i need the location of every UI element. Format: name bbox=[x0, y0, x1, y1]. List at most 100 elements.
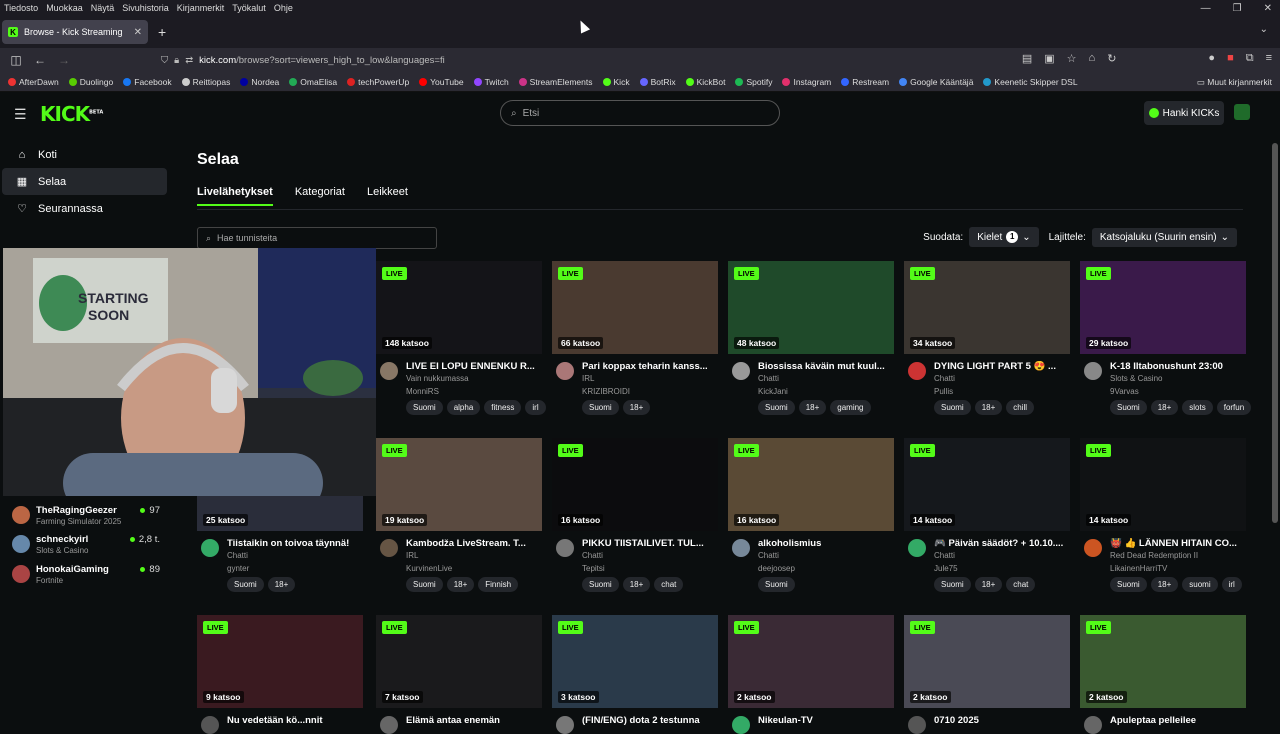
streamer-name[interactable]: LikainenHarriTV bbox=[1110, 564, 1167, 573]
stream-title[interactable]: Biossissa käväin mut kuul... bbox=[758, 361, 893, 372]
streamer-name[interactable]: gynter bbox=[227, 564, 249, 573]
menu-icon[interactable]: ≡ bbox=[1266, 52, 1272, 65]
user-avatar[interactable] bbox=[1234, 104, 1250, 120]
bookmark-item[interactable]: YouTube bbox=[419, 77, 464, 87]
stream-tag[interactable]: Suomi bbox=[406, 400, 443, 415]
stream-category[interactable]: Chatti bbox=[758, 551, 779, 560]
stream-title[interactable]: 👹 👍 LÄNNEN HITAIN CO... bbox=[1110, 538, 1245, 549]
bookmark-item[interactable]: Restream bbox=[841, 77, 889, 87]
streamer-name[interactable]: KRIZIBROIDI bbox=[582, 387, 630, 396]
stream-tag[interactable]: Suomi bbox=[227, 577, 264, 592]
bookmark-item[interactable]: Kick bbox=[602, 77, 630, 87]
stream-tag[interactable]: 18+ bbox=[267, 577, 296, 592]
streamer-avatar[interactable] bbox=[732, 362, 750, 380]
streamer-name[interactable]: KickJani bbox=[758, 387, 788, 396]
bookmark-item[interactable]: AfterDawn bbox=[8, 77, 59, 87]
bookmark-star-icon[interactable]: ☆ bbox=[1067, 52, 1077, 65]
streamer-avatar[interactable] bbox=[556, 716, 574, 734]
stream-thumbnail[interactable]: LIVE 2 katsoo bbox=[1080, 615, 1246, 708]
stream-title[interactable]: Tiistaikin on toivoa täynnä! bbox=[227, 538, 362, 549]
stream-tag[interactable]: 18+ bbox=[974, 577, 1003, 592]
menu-item[interactable]: Tiedosto bbox=[4, 3, 38, 13]
streamer-avatar[interactable] bbox=[1084, 716, 1102, 734]
stream-category[interactable]: IRL bbox=[406, 551, 418, 560]
maximize-icon[interactable]: ❐ bbox=[1233, 3, 1242, 14]
menu-item[interactable]: Sivuhistoria bbox=[122, 3, 169, 13]
other-bookmarks[interactable]: ▭ Muut kirjanmerkit bbox=[1197, 77, 1272, 88]
page-scrollbar[interactable] bbox=[1272, 143, 1278, 523]
stream-tag[interactable]: Suomi bbox=[934, 577, 971, 592]
tab-list-chevron-icon[interactable]: ⌄ bbox=[1260, 24, 1268, 35]
stream-tag[interactable]: 18+ bbox=[622, 400, 651, 415]
stream-tag[interactable]: Suomi bbox=[758, 577, 795, 592]
stream-category[interactable]: Slots & Casino bbox=[1110, 374, 1162, 383]
bookmark-item[interactable]: techPowerUp bbox=[347, 77, 409, 87]
streamer-avatar[interactable] bbox=[201, 539, 219, 557]
tab-leikkeet[interactable]: Leikkeet bbox=[367, 186, 408, 206]
streamer-name[interactable]: deejoosep bbox=[758, 564, 795, 573]
stream-tag[interactable]: Suomi bbox=[1110, 400, 1147, 415]
stream-thumbnail[interactable]: LIVE 2 katsoo bbox=[904, 615, 1070, 708]
menu-item[interactable]: Kirjanmerkit bbox=[177, 3, 225, 13]
tab-livelahetykset[interactable]: Livelähetykset bbox=[197, 186, 273, 206]
stream-tag[interactable]: Suomi bbox=[1110, 577, 1147, 592]
bookmark-item[interactable]: Spotify bbox=[735, 77, 772, 87]
stream-tag[interactable]: 18+ bbox=[446, 577, 475, 592]
stream-tag[interactable]: 18+ bbox=[622, 577, 651, 592]
stream-thumbnail[interactable]: LIVE 29 katsoo bbox=[1080, 261, 1246, 354]
close-window-icon[interactable]: ✕ bbox=[1264, 3, 1272, 14]
stream-title[interactable]: alkoholismius bbox=[758, 538, 893, 549]
stream-tag[interactable]: suomi bbox=[1182, 577, 1218, 592]
streamer-avatar[interactable] bbox=[556, 362, 574, 380]
stream-title[interactable]: Kambodža LiveStream. T... bbox=[406, 538, 541, 549]
bookmark-item[interactable]: Duolingo bbox=[68, 77, 113, 87]
stream-title[interactable]: K-18 Iltabonushunt 23:00 bbox=[1110, 361, 1245, 372]
streamer-avatar[interactable] bbox=[380, 539, 398, 557]
stream-tag[interactable]: Suomi bbox=[406, 577, 443, 592]
streamer-name[interactable]: Tepitsi bbox=[582, 564, 605, 573]
stream-thumbnail[interactable]: LIVE 148 katsoo bbox=[376, 261, 542, 354]
stream-category[interactable]: Chatti bbox=[582, 551, 603, 560]
stream-thumbnail[interactable]: LIVE 19 katsoo bbox=[376, 438, 542, 531]
reader-icon[interactable]: ▤ bbox=[1022, 52, 1032, 65]
bookmark-item[interactable]: Google Kääntäjä bbox=[899, 77, 973, 87]
stream-category[interactable]: Chatti bbox=[934, 374, 955, 383]
stream-category[interactable]: Chatti bbox=[758, 374, 779, 383]
stream-thumbnail[interactable]: LIVE 14 katsoo bbox=[1080, 438, 1246, 531]
stream-category[interactable]: IRL bbox=[582, 374, 594, 383]
stream-tag[interactable]: 18+ bbox=[1150, 400, 1179, 415]
reload-icon[interactable]: ↻ bbox=[1107, 52, 1116, 65]
bookmark-item[interactable]: Facebook bbox=[123, 77, 172, 87]
stream-tag[interactable]: gaming bbox=[830, 400, 871, 415]
streamer-avatar[interactable] bbox=[556, 539, 574, 557]
stream-tag[interactable]: alpha bbox=[446, 400, 481, 415]
tab-kategoriat[interactable]: Kategoriat bbox=[295, 186, 345, 206]
forward-icon[interactable]: → bbox=[52, 53, 76, 67]
minimize-icon[interactable]: — bbox=[1201, 3, 1211, 14]
extensions-icon[interactable]: ⧉ bbox=[1246, 52, 1254, 65]
stream-title[interactable]: 🎮 Päivän säädöt? + 10.10.... bbox=[934, 538, 1069, 549]
stream-tag[interactable]: irl bbox=[525, 400, 546, 415]
stream-tag[interactable]: Suomi bbox=[758, 400, 795, 415]
stream-thumbnail[interactable]: LIVE 9 katsoo bbox=[197, 615, 363, 708]
stream-title[interactable]: 0710 2025 bbox=[934, 715, 1069, 726]
close-tab-icon[interactable]: ✕ bbox=[134, 27, 142, 38]
get-kicks-button[interactable]: Hanki KICKs bbox=[1144, 101, 1224, 125]
stream-title[interactable]: Apuleptaa pelleilee bbox=[1110, 715, 1245, 726]
stream-tag[interactable]: irl bbox=[1221, 577, 1242, 592]
bookmark-item[interactable]: Twitch bbox=[473, 77, 509, 87]
back-icon[interactable]: ← bbox=[28, 53, 52, 67]
menu-item[interactable]: Ohje bbox=[274, 3, 293, 13]
stream-tag[interactable]: chill bbox=[1006, 400, 1035, 415]
stream-title[interactable]: Nu vedetään kö...nnit bbox=[227, 715, 362, 726]
stream-thumbnail[interactable]: LIVE 48 katsoo bbox=[728, 261, 894, 354]
language-filter-dropdown[interactable]: Kielet 1 ⌄ bbox=[969, 227, 1039, 247]
streamer-name[interactable]: KurvinenLive bbox=[406, 564, 452, 573]
menu-item[interactable]: Muokkaa bbox=[46, 3, 83, 13]
streamer-avatar[interactable] bbox=[380, 716, 398, 734]
stream-title[interactable]: PIKKU TIISTAILIVET. TUL... bbox=[582, 538, 717, 549]
streamer-avatar[interactable] bbox=[908, 716, 926, 734]
stream-tag[interactable]: Suomi bbox=[934, 400, 971, 415]
stream-category[interactable]: Vain nukkumassa bbox=[406, 374, 469, 383]
streamer-avatar[interactable] bbox=[732, 539, 750, 557]
